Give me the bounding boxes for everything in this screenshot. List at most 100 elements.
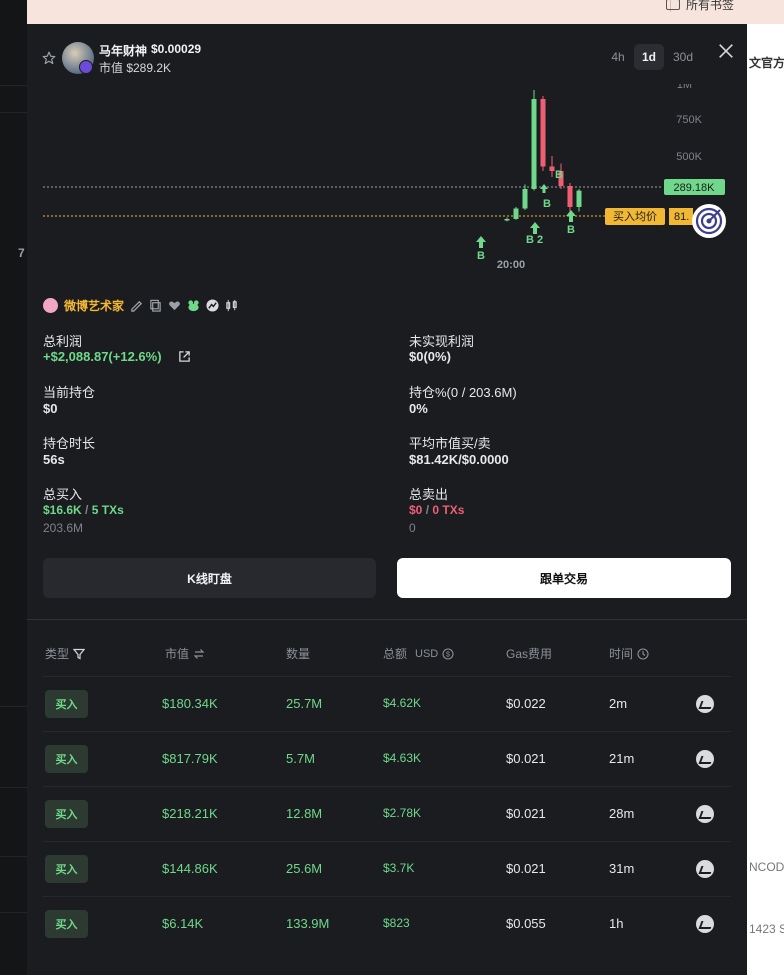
candle-body — [504, 219, 510, 221]
background-text-2: NCOD — [749, 860, 784, 874]
copy-icon[interactable] — [149, 299, 162, 312]
chain-badge-icon — [79, 60, 93, 74]
candle-body — [540, 99, 546, 167]
row-mcap: $144.86K — [162, 861, 218, 876]
svg-text:$: $ — [446, 651, 450, 658]
candle-body — [522, 189, 528, 209]
holding-duration-label: 持仓时长 — [43, 436, 96, 451]
kline-watch-button[interactable]: K线盯盘 — [43, 558, 376, 598]
close-icon[interactable] — [717, 42, 735, 60]
all-bookmarks-label: 所有书签 — [685, 0, 734, 12]
row-divider — [43, 841, 731, 842]
clock-icon[interactable] — [637, 647, 649, 660]
buy-arrow-4 — [566, 210, 576, 222]
background-page-right: 文官方 NCOD 1423 S — [747, 24, 784, 975]
external-link-icon[interactable] — [178, 350, 191, 363]
row-divider — [43, 896, 731, 897]
swap-icon[interactable] — [193, 648, 205, 660]
row-gas: $0.055 — [506, 916, 546, 931]
mcap-candlestick-chart[interactable]: 1M 750K 500K 289.18K 买入均价 81. B B 2 B B — [27, 84, 747, 284]
total-sell-quantity: 0 — [409, 521, 416, 535]
trader-avatar — [43, 298, 58, 313]
row-gas: $0.022 — [506, 696, 546, 711]
background-text-1: 文官方 — [749, 56, 784, 70]
row-time: 1h — [609, 916, 624, 931]
row-time: 21m — [609, 751, 635, 766]
holding-duration-value: 56s — [43, 452, 65, 467]
y-tick-1m: 1M — [677, 84, 692, 91]
total-profit-value: +$2,088.87(+12.6%) — [43, 349, 162, 364]
tx-chart-icon[interactable] — [696, 805, 714, 823]
section-divider — [27, 619, 747, 620]
row-time: 2m — [609, 696, 628, 711]
row-quantity: 25.6M — [286, 861, 323, 876]
total-sell-label: 总卖出 — [409, 487, 449, 502]
col-header-type-label: 类型 — [45, 647, 70, 661]
timeframe-1d[interactable]: 1d — [634, 44, 664, 70]
candle-body — [576, 190, 582, 207]
background-number: 7 — [18, 246, 25, 260]
col-header-gas-label: Gas费用 — [506, 647, 553, 661]
col-header-time[interactable]: 时间 — [609, 645, 649, 662]
trade-type-badge: 买入 — [45, 855, 88, 883]
tx-chart-icon[interactable] — [696, 860, 714, 878]
row-divider — [43, 786, 731, 787]
candle-body — [549, 166, 555, 171]
total-sell-summary: $0 / 0 TXs — [409, 503, 464, 517]
row-gas: $0.021 — [506, 751, 546, 766]
total-buy-label: 总买入 — [43, 487, 83, 502]
row-mcap: $180.34K — [162, 696, 218, 711]
tx-chart-icon[interactable] — [696, 915, 714, 933]
row-total: $2.78K — [383, 806, 422, 820]
total-buy-separator: / — [85, 503, 89, 517]
candle-body — [513, 208, 519, 219]
col-header-type[interactable]: 类型 — [45, 645, 86, 662]
buy-marker-1: B — [477, 250, 485, 262]
table-header-divider — [43, 676, 731, 677]
token-name: 马年财神 — [99, 44, 148, 58]
filter-icon[interactable] — [73, 648, 86, 660]
row-total: $4.62K — [383, 696, 422, 710]
avg-buy-value: 81. — [674, 211, 689, 223]
row-time: 28m — [609, 806, 635, 821]
total-sell-txs: 0 TXs — [432, 503, 465, 517]
col-header-total-label: 总额 — [383, 647, 408, 661]
y-tick-750k: 750K — [676, 114, 702, 126]
copy-trade-button[interactable]: 跟单交易 — [397, 558, 731, 598]
total-sell-amount: $0 — [409, 503, 423, 517]
col-header-mcap[interactable]: 市值 — [165, 645, 205, 662]
row-quantity: 25.7M — [286, 696, 323, 711]
total-buy-summary: $16.6K / 5 TXs — [43, 503, 124, 517]
favorite-star-icon[interactable] — [42, 51, 56, 65]
total-profit-label: 总利润 — [43, 334, 83, 349]
col-header-total[interactable]: 总额 USD $ — [383, 645, 454, 662]
radar-icon[interactable] — [692, 204, 726, 238]
trade-type-badge: 买入 — [45, 745, 88, 773]
col-header-mcap-label: 市值 — [165, 647, 190, 661]
currency-toggle-icon[interactable]: $ — [442, 647, 454, 660]
x-tick-2000: 20:00 — [497, 259, 525, 271]
trade-type-badge: 买入 — [45, 690, 88, 718]
row-total: $4.63K — [383, 751, 422, 765]
unrealized-profit-value: $0(0%) — [409, 349, 451, 364]
row-mcap: $218.21K — [162, 806, 218, 821]
current-holding-value: $0 — [43, 401, 58, 416]
folder-icon — [665, 0, 680, 10]
trade-type-badge: 买入 — [45, 800, 88, 828]
timeframe-4h[interactable]: 4h — [603, 44, 633, 70]
all-bookmarks-button[interactable]: 所有书签 — [665, 0, 734, 13]
trader-nickname[interactable]: 微博艺术家 — [64, 297, 124, 314]
tx-chart-icon[interactable] — [696, 695, 714, 713]
col-header-total-unit: USD — [415, 647, 439, 660]
buy-arrow-1 — [476, 236, 486, 248]
heart-icon[interactable] — [168, 299, 181, 312]
edit-icon[interactable] — [130, 299, 143, 312]
buy-arrow-2 — [530, 222, 540, 234]
holding-pct-label: 持仓%(0 / 203.6M) — [409, 385, 517, 400]
buy-marker-2: B 2 — [526, 234, 543, 246]
row-quantity: 133.9M — [286, 916, 330, 931]
col-header-quantity-label: 数量 — [286, 647, 311, 661]
row-quantity: 12.8M — [286, 806, 323, 821]
timeframe-30d[interactable]: 30d — [668, 44, 698, 70]
tx-chart-icon[interactable] — [696, 750, 714, 768]
